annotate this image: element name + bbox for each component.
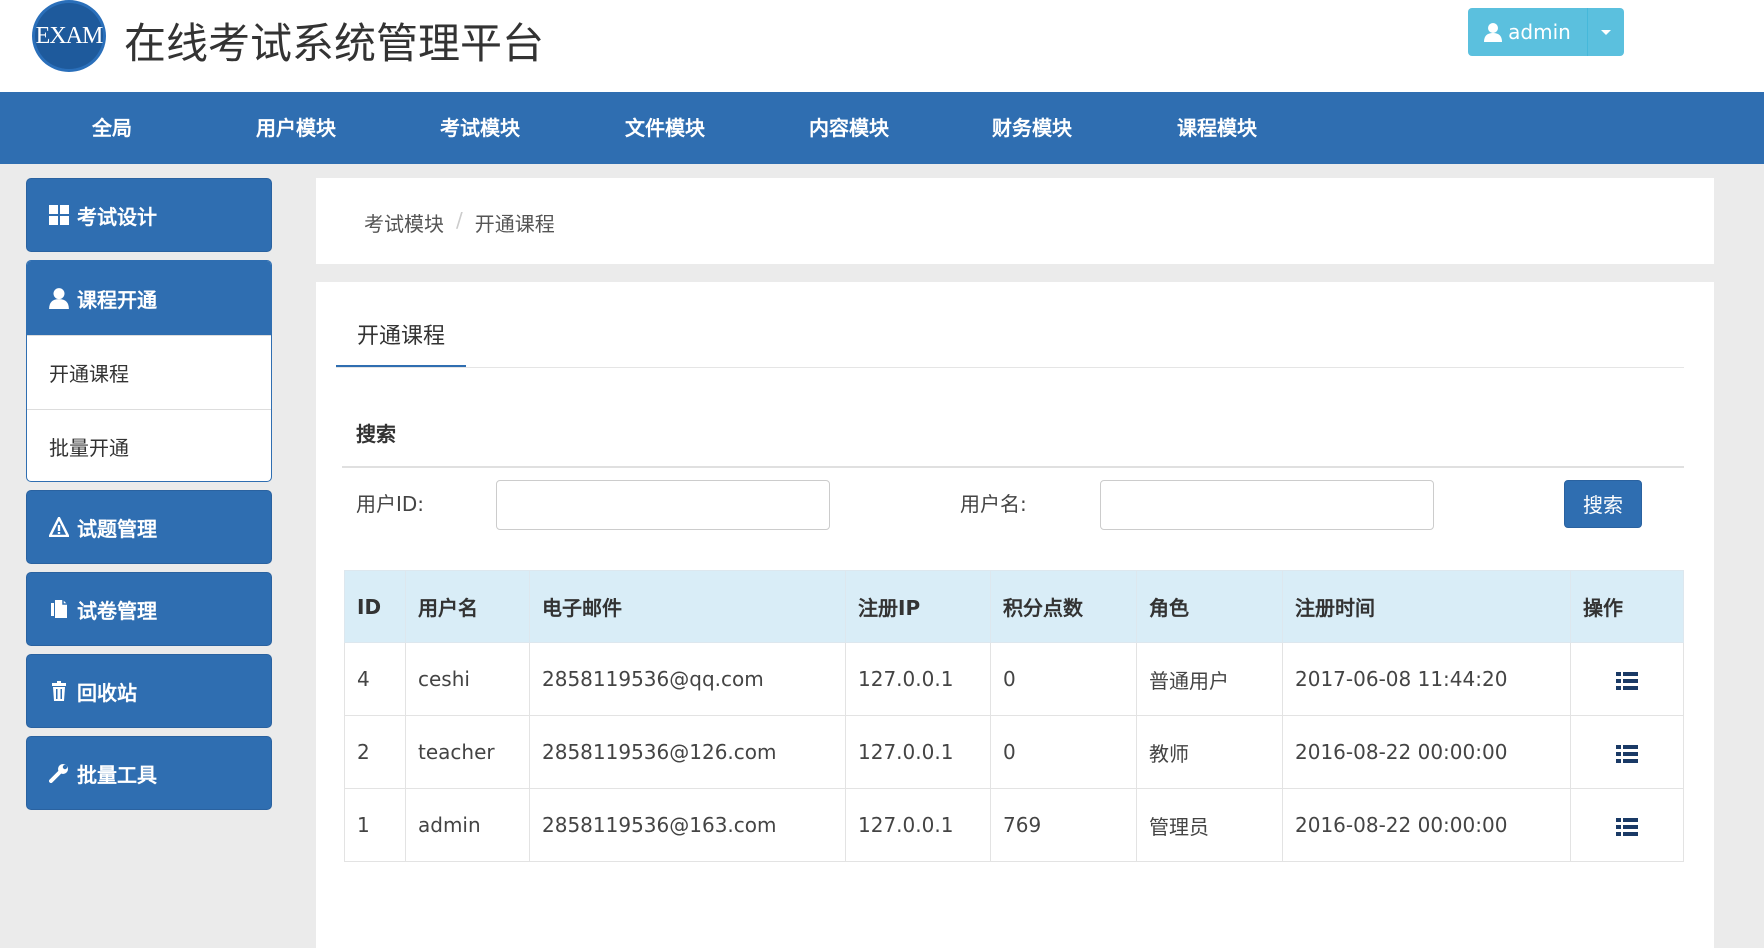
sidebar-item-label: 考试设计: [77, 204, 157, 229]
cell-ip: 127.0.0.1: [845, 642, 991, 716]
user-name-label: admin: [1508, 20, 1571, 44]
cell-actions: [1570, 715, 1684, 789]
nav-item-courses[interactable]: 课程模块: [1157, 92, 1277, 164]
column-header-actions: 操作: [1570, 570, 1684, 643]
search-divider: [342, 466, 1684, 468]
sidebar-group-course-open: 课程开通 开通课程 批量开通: [26, 260, 272, 482]
grid-icon: [49, 205, 69, 225]
column-header-role: 角色: [1136, 570, 1283, 643]
column-header-username: 用户名: [405, 570, 530, 643]
column-header-id: ID: [344, 570, 406, 643]
cell-ip: 127.0.0.1: [845, 715, 991, 789]
header: EXAM 在线考试系统管理平台 admin: [0, 0, 1764, 92]
cell-id: 4: [344, 642, 406, 716]
user-button-main[interactable]: admin: [1468, 8, 1588, 56]
list-icon[interactable]: [1616, 744, 1638, 763]
cell-reg-time: 2017-06-08 11:44:20: [1282, 642, 1571, 716]
users-table: ID 用户名 电子邮件 注册IP 积分点数 角色 注册时间 操作 4 ceshi…: [344, 570, 1684, 862]
warning-icon: [49, 517, 69, 537]
nav-item-content[interactable]: 内容模块: [789, 92, 909, 164]
column-header-points: 积分点数: [990, 570, 1137, 643]
column-header-ip: 注册IP: [845, 570, 991, 643]
breadcrumb-parent[interactable]: 考试模块: [364, 208, 444, 237]
sidebar-item-batch-tools[interactable]: 批量工具: [26, 736, 272, 810]
caret-down-icon: [1601, 29, 1611, 35]
file-icon: [51, 600, 67, 618]
sidebar-item-question-management[interactable]: 试题管理: [26, 490, 272, 564]
user-id-label: 用户ID:: [356, 492, 425, 516]
cell-id: 1: [344, 788, 406, 862]
cell-ip: 127.0.0.1: [845, 788, 991, 862]
table-row: 1 admin 2858119536@163.com 127.0.0.1 769…: [344, 788, 1684, 862]
cell-role: 管理员: [1136, 788, 1283, 862]
sidebar-item-label: 试题管理: [77, 516, 157, 541]
search-section-title: 搜索: [356, 422, 396, 446]
nav-item-global[interactable]: 全局: [60, 92, 164, 164]
trash-icon: [52, 681, 66, 701]
cell-username: teacher: [405, 715, 530, 789]
nav-item-exam[interactable]: 考试模块: [420, 92, 540, 164]
sidebar-item-label: 回收站: [77, 680, 137, 705]
table-row: 4 ceshi 2858119536@qq.com 127.0.0.1 0 普通…: [344, 642, 1684, 716]
nav-item-files[interactable]: 文件模块: [605, 92, 725, 164]
cell-email: 2858119536@qq.com: [529, 642, 846, 716]
user-id-input[interactable]: [496, 480, 830, 530]
cell-username: admin: [405, 788, 530, 862]
username-input[interactable]: [1100, 480, 1434, 530]
sidebar-item-label: 批量工具: [77, 762, 157, 787]
cell-actions: [1570, 642, 1684, 716]
search-button[interactable]: 搜索: [1564, 480, 1642, 528]
cell-email: 2858119536@126.com: [529, 715, 846, 789]
user-icon: [1484, 23, 1503, 42]
table-row: 2 teacher 2858119536@126.com 127.0.0.1 0…: [344, 715, 1684, 789]
wrench-icon: [49, 764, 68, 783]
user-icon: [49, 288, 69, 309]
sidebar-item-label: 试卷管理: [77, 598, 157, 623]
sidebar-item-label: 课程开通: [77, 287, 157, 312]
cell-role: 教师: [1136, 715, 1283, 789]
cell-email: 2858119536@163.com: [529, 788, 846, 862]
breadcrumb-separator: /: [456, 208, 463, 232]
cell-id: 2: [344, 715, 406, 789]
user-menu-button[interactable]: admin: [1468, 8, 1624, 56]
list-icon[interactable]: [1616, 671, 1638, 690]
exam-logo[interactable]: EXAM: [32, 0, 106, 72]
sidebar-item-exam-design[interactable]: 考试设计: [26, 178, 272, 252]
cell-role: 普通用户: [1136, 642, 1283, 716]
sidebar-item-paper-management[interactable]: 试卷管理: [26, 572, 272, 646]
cell-reg-time: 2016-08-22 00:00:00: [1282, 788, 1571, 862]
cell-actions: [1570, 788, 1684, 862]
sidebar-item-course-open[interactable]: 课程开通: [27, 261, 271, 335]
column-header-email: 电子邮件: [529, 570, 846, 643]
breadcrumb: 考试模块 / 开通课程: [364, 208, 555, 237]
top-navigation: 全局 用户模块 考试模块 文件模块 内容模块 财务模块 课程模块: [0, 92, 1764, 164]
tab-divider: [336, 367, 1684, 368]
site-title: 在线考试系统管理平台: [124, 19, 545, 68]
breadcrumb-current: 开通课程: [474, 212, 555, 236]
main-panel: 开通课程 搜索 用户ID: 用户名: 搜索 ID 用户名 电子邮件 注册IP 积…: [316, 282, 1714, 948]
cell-points: 0: [990, 715, 1137, 789]
nav-item-users[interactable]: 用户模块: [236, 92, 356, 164]
table-header-row: ID 用户名 电子邮件 注册IP 积分点数 角色 注册时间 操作: [344, 570, 1684, 643]
list-icon[interactable]: [1616, 817, 1638, 836]
cell-points: 0: [990, 642, 1137, 716]
cell-reg-time: 2016-08-22 00:00:00: [1282, 715, 1571, 789]
sidebar-subitem-open-course[interactable]: 开通课程: [27, 335, 271, 409]
breadcrumb-panel: 考试模块 / 开通课程: [316, 178, 1714, 264]
cell-points: 769: [990, 788, 1137, 862]
column-header-reg-time: 注册时间: [1282, 570, 1571, 643]
nav-item-finance[interactable]: 财务模块: [972, 92, 1092, 164]
username-label: 用户名:: [960, 492, 1027, 516]
sidebar-subitem-batch-open[interactable]: 批量开通: [27, 409, 271, 481]
sidebar-item-recycle-bin[interactable]: 回收站: [26, 654, 272, 728]
user-dropdown-toggle[interactable]: [1588, 8, 1624, 56]
cell-username: ceshi: [405, 642, 530, 716]
tab-open-course[interactable]: 开通课程: [336, 312, 466, 368]
